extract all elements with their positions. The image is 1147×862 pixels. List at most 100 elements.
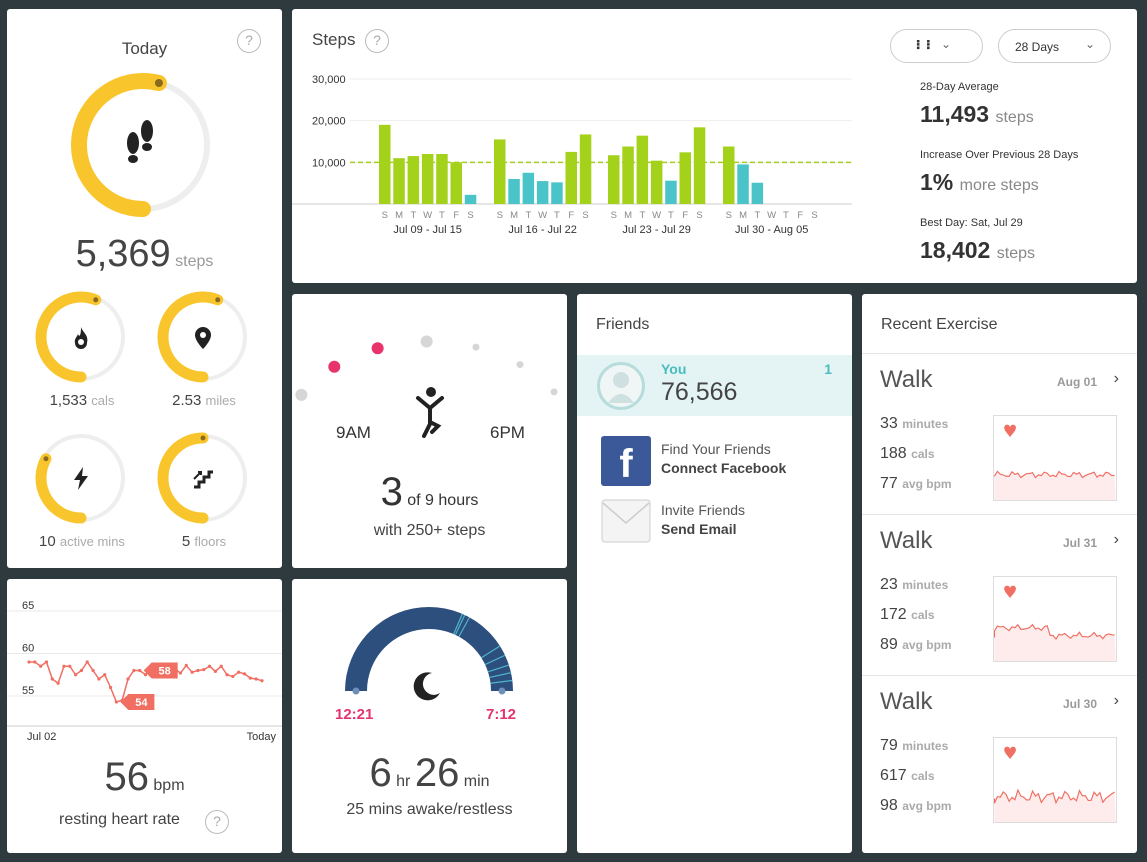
day-letter: M bbox=[739, 210, 747, 221]
day-letter: S bbox=[497, 210, 503, 221]
hr-point bbox=[190, 670, 194, 674]
footprint-icon: ⠇⠇ bbox=[915, 38, 936, 53]
exercise-item[interactable]: Walk Aug 01 › 33 minutes 188 cals 77 avg… bbox=[862, 354, 1137, 515]
steps-bar[interactable] bbox=[737, 164, 749, 204]
mini-stat-floors[interactable]: 5 floors bbox=[129, 430, 277, 560]
hr-low-label: 54 bbox=[135, 697, 148, 709]
steps-bar[interactable] bbox=[579, 134, 592, 204]
day-letter: F bbox=[453, 210, 459, 221]
steps-bar[interactable] bbox=[407, 156, 420, 204]
hr-y-tick: 65 bbox=[22, 600, 34, 612]
steps-bar[interactable] bbox=[464, 194, 477, 204]
hr-point bbox=[27, 660, 31, 664]
steps-bar[interactable] bbox=[679, 152, 692, 204]
hour-dot bbox=[550, 388, 558, 396]
today-help-icon[interactable]: ? bbox=[237, 29, 261, 53]
y-tick-label: 20,000 bbox=[312, 116, 346, 128]
mini-stat-value: 5 bbox=[181, 533, 191, 550]
sleep-end: 7:12 bbox=[486, 706, 517, 723]
mini-progress-ring bbox=[157, 432, 247, 524]
chevron-right-icon[interactable]: › bbox=[1114, 531, 1119, 549]
you-rank: 1 bbox=[824, 361, 832, 377]
sleep-hr-unit: hr bbox=[396, 773, 411, 790]
steps-bar[interactable] bbox=[723, 146, 735, 205]
steps-bar[interactable] bbox=[379, 124, 391, 204]
heart-rate-card: 65 60 55 58 54 Jul 02 Today 56 bpm resting h… bbox=[7, 579, 282, 853]
avatar bbox=[597, 362, 645, 410]
day-letter: M bbox=[510, 210, 518, 221]
resting-hr-number: 56 bbox=[104, 755, 149, 799]
day-letter: T bbox=[439, 210, 445, 221]
steps-bar[interactable] bbox=[436, 154, 448, 204]
hr-point bbox=[97, 677, 101, 681]
find-friends-link[interactable]: f Find Your Friends Connect Facebook bbox=[601, 436, 831, 486]
heart-help-icon[interactable]: ? bbox=[205, 810, 229, 834]
hr-point bbox=[248, 676, 252, 680]
hr-point bbox=[219, 664, 223, 668]
exercise-date: Aug 01 bbox=[1056, 375, 1097, 389]
mini-stat-miles[interactable]: 2.53 miles bbox=[129, 289, 277, 419]
hours-text: of 9 hours bbox=[407, 492, 479, 509]
hr-point bbox=[62, 664, 66, 668]
exercise-minutes: 23 minutes bbox=[880, 576, 948, 594]
steps-bar[interactable] bbox=[693, 127, 706, 204]
exercise-item[interactable]: Walk Jul 30 › 79 minutes 617 cals 98 avg… bbox=[862, 676, 1137, 837]
steps-bar[interactable] bbox=[565, 151, 578, 204]
steps-bar[interactable] bbox=[494, 139, 506, 204]
week-label: Jul 23 - Jul 29 bbox=[622, 224, 690, 236]
exercise-title: Recent Exercise bbox=[881, 316, 998, 333]
hour-dot bbox=[328, 360, 341, 373]
bpm-unit: avg bpm bbox=[902, 638, 952, 652]
minutes-unit: minutes bbox=[902, 417, 949, 431]
exercise-item[interactable]: Walk Jul 31 › 23 minutes 172 cals 89 avg… bbox=[862, 515, 1137, 676]
you-steps: 76,566 bbox=[661, 378, 738, 406]
mini-stat-unit: floors bbox=[194, 534, 227, 549]
sleep-start: 12:21 bbox=[335, 706, 374, 723]
hr-point bbox=[242, 672, 247, 676]
hr-point bbox=[202, 668, 206, 672]
minutes-value: 23 bbox=[880, 576, 898, 593]
sleep-end-dot bbox=[498, 687, 506, 695]
sleep-minutes: 26 bbox=[414, 751, 460, 795]
steps-bar[interactable] bbox=[650, 160, 663, 204]
hour-dot bbox=[516, 361, 524, 369]
hour-dot bbox=[420, 335, 433, 348]
day-letter: W bbox=[652, 210, 661, 221]
hr-point bbox=[91, 668, 95, 673]
steps-bar[interactable] bbox=[636, 135, 649, 204]
steps-bar[interactable] bbox=[450, 162, 463, 204]
chevron-right-icon[interactable]: › bbox=[1114, 370, 1119, 388]
average-unit: steps bbox=[995, 109, 1034, 126]
steps-bar[interactable] bbox=[522, 172, 535, 204]
stat-value-average: 11,493 steps bbox=[920, 101, 1034, 128]
heart-icon bbox=[1004, 424, 1016, 438]
chevron-right-icon[interactable]: › bbox=[1114, 692, 1119, 710]
y-tick-label: 30,000 bbox=[312, 74, 346, 86]
steps-help-icon[interactable]: ? bbox=[365, 29, 389, 53]
steps-unit: steps bbox=[175, 253, 214, 270]
steps-card: Steps ? 30,000 20,000 10,000 S M T W T F S Jul 09 … bbox=[292, 9, 1137, 283]
friends-card: Friends You 1 76,566 f Find Your Friends… bbox=[577, 294, 852, 853]
hr-point bbox=[178, 671, 183, 675]
steps-bar[interactable] bbox=[622, 146, 634, 205]
steps-bar[interactable] bbox=[393, 158, 405, 204]
steps-bar[interactable] bbox=[536, 181, 549, 204]
hr-point bbox=[225, 673, 229, 677]
steps-bar[interactable] bbox=[665, 180, 677, 204]
invite-friends-link[interactable]: Invite Friends Send Email bbox=[601, 499, 831, 545]
range-dropdown[interactable]: 28 Days ⌄ bbox=[998, 29, 1111, 63]
heart-icon bbox=[1004, 746, 1016, 760]
steps-bar[interactable] bbox=[551, 182, 563, 204]
steps-bar[interactable] bbox=[421, 154, 434, 204]
find-friends-line1: Find Your Friends bbox=[661, 441, 771, 457]
friend-row-you[interactable]: You 1 76,566 bbox=[577, 355, 852, 416]
exercise-heart-graph bbox=[993, 415, 1117, 501]
stat-label-average: 28-Day Average bbox=[920, 81, 999, 93]
steps-bar[interactable] bbox=[508, 179, 520, 204]
cals-unit: cals bbox=[911, 447, 935, 461]
metric-dropdown[interactable]: ⠇⠇ ⌄ bbox=[890, 29, 983, 63]
steps-bar[interactable] bbox=[751, 182, 764, 204]
connect-facebook-label: Connect Facebook bbox=[661, 460, 787, 476]
day-letter: T bbox=[525, 210, 531, 221]
exercise-bpm: 89 avg bpm bbox=[880, 636, 952, 654]
